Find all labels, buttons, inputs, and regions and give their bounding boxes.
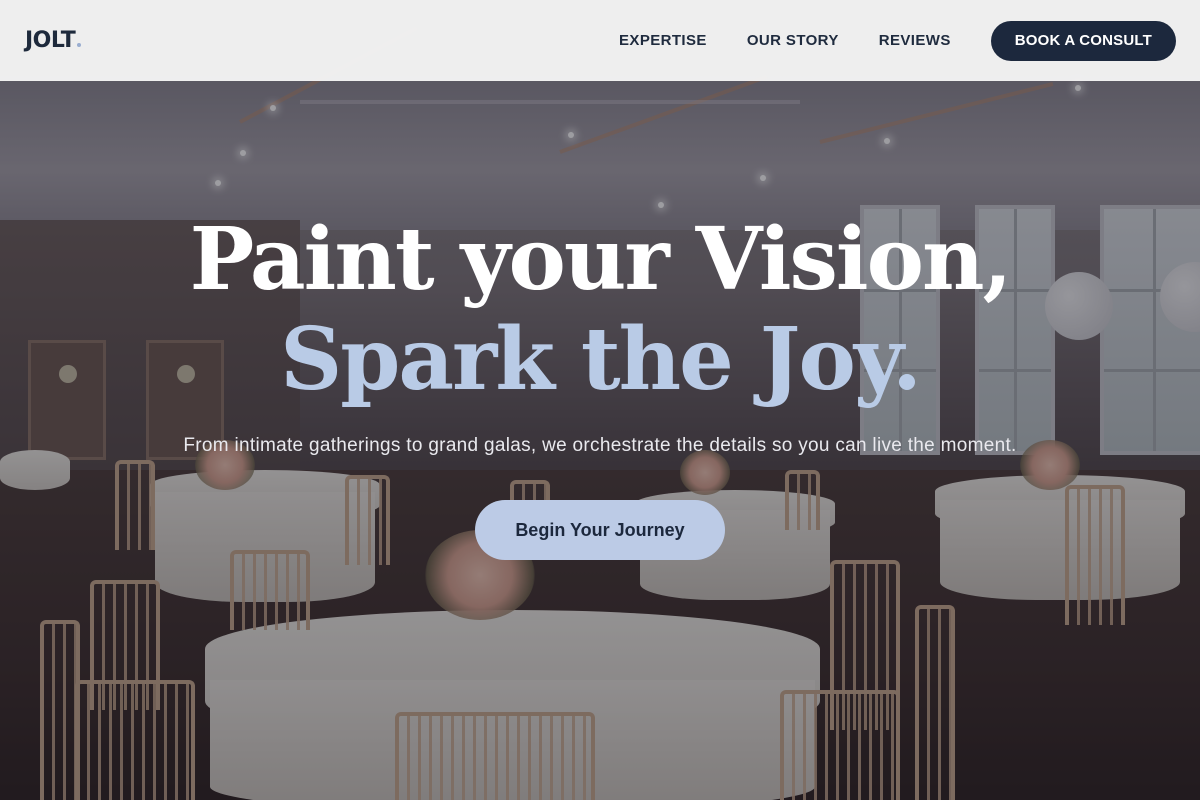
hero-section: Paint your Vision, Spark the Joy. From i… xyxy=(0,210,1200,560)
hero-headline-line-2: Spark the Joy. xyxy=(280,309,922,410)
nav-link-reviews[interactable]: REVIEWS xyxy=(879,32,951,49)
nav-link-expertise[interactable]: EXPERTISE xyxy=(619,32,707,49)
logo-dot-icon xyxy=(77,43,82,47)
nav-link-our-story[interactable]: OUR STORY xyxy=(747,32,839,49)
main-nav: EXPERTISE OUR STORY REVIEWS BOOK A CONSU… xyxy=(619,20,1176,61)
hero-subtitle: From intimate gatherings to grand galas,… xyxy=(183,435,1017,456)
book-consult-button[interactable]: BOOK A CONSULT xyxy=(990,20,1176,61)
begin-journey-button[interactable]: Begin Your Journey xyxy=(475,500,725,560)
hero-headline-line-1: Paint your Vision, xyxy=(189,209,1013,310)
site-header: JOLT EXPERTISE OUR STORY REVIEWS BOOK A … xyxy=(0,0,1200,81)
brand-logo[interactable]: JOLT xyxy=(25,28,82,53)
brand-logo-text: JOLT xyxy=(25,28,76,53)
